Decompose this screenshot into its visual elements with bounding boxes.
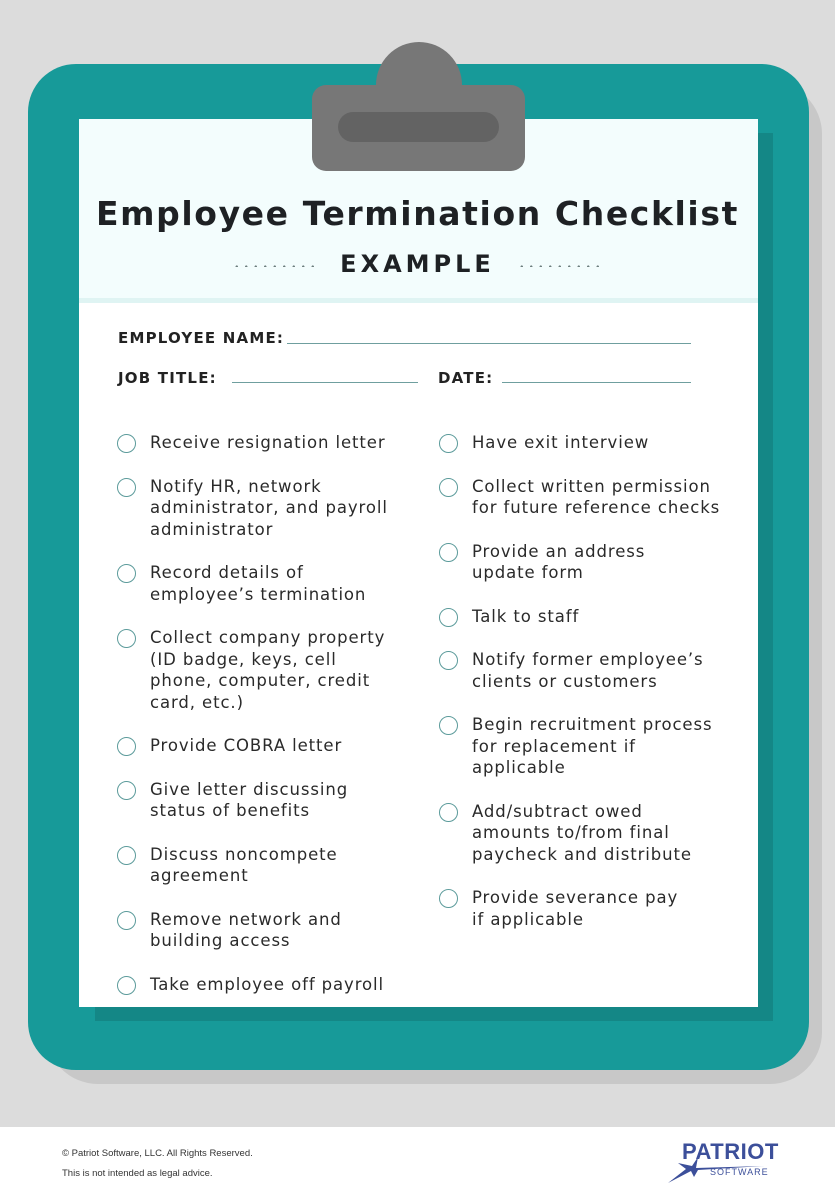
checklist-item: Provide an address update form (439, 541, 739, 584)
checklist-item-text: Notify HR, network administrator, and pa… (150, 476, 388, 539)
dotted-divider-right (516, 265, 603, 267)
checkbox-circle-icon[interactable] (117, 434, 136, 453)
checkbox-circle-icon[interactable] (117, 629, 136, 648)
checkbox-circle-icon[interactable] (439, 716, 458, 735)
checklist-item: Notify former employee’s clients or cust… (439, 649, 739, 692)
checkbox-circle-icon[interactable] (439, 802, 458, 822)
dotted-divider-left (232, 265, 319, 267)
checklist-item: Add/subtract owed amounts to/from final … (439, 801, 739, 866)
clip-slot-icon (338, 112, 499, 142)
checkbox-circle-icon[interactable] (439, 607, 458, 627)
background: Employee Termination Checklist EXAMPLE E… (0, 0, 835, 1127)
copyright-text: © Patriot Software, LLC. All Rights Rese… (62, 1148, 253, 1159)
employee-name-field[interactable] (287, 343, 691, 344)
checklist-item-text: Collect company property (ID badge, keys… (150, 628, 386, 712)
date-field[interactable] (502, 382, 691, 383)
checklist-item: Record details of employee’s termination (117, 562, 417, 605)
checkbox-circle-icon[interactable] (117, 845, 136, 865)
checklist-right-column: Have exit interview Collect written perm… (439, 432, 739, 952)
checklist-item-text: Take employee off payroll (150, 974, 385, 994)
date-label: DATE: (438, 369, 494, 387)
checklist-left-column: Receive resignation letter Notify HR, ne… (117, 432, 417, 1017)
checklist-item: Receive resignation letter (117, 432, 417, 454)
checklist-item-text: Provide an address update form (472, 541, 646, 583)
checklist-item: Give letter discussing status of benefit… (117, 779, 417, 822)
logo-subtext: SOFTWARE (710, 1167, 769, 1177)
disclaimer-text: This is not intended as legal advice. (62, 1168, 213, 1179)
checklist-item: Collect written permission for future re… (439, 476, 739, 519)
checkbox-circle-icon[interactable] (439, 542, 458, 562)
subtitle-row: EXAMPLE (0, 248, 835, 280)
checkbox-circle-icon[interactable] (117, 780, 136, 800)
checklist-item: Collect company property (ID badge, keys… (117, 627, 417, 713)
subtitle: EXAMPLE (340, 250, 495, 278)
checklist-item-text: Discuss noncompete agreement (150, 844, 338, 886)
checklist-item-text: Add/subtract owed amounts to/from final … (472, 801, 692, 864)
checklist-item: Take employee off payroll (117, 974, 417, 996)
checkbox-circle-icon[interactable] (439, 434, 458, 453)
checkbox-circle-icon[interactable] (117, 477, 136, 497)
checklist-item: Begin recruitment process for replacemen… (439, 714, 739, 779)
star-swoosh-icon (668, 1157, 764, 1183)
checklist-item: Notify HR, network administrator, and pa… (117, 476, 417, 541)
checklist-item: Provide severance pay if applicable (439, 887, 739, 930)
checklist-item-text: Begin recruitment process for replacemen… (472, 715, 713, 777)
page-title: Employee Termination Checklist (96, 194, 739, 233)
checklist-item-text: Receive resignation letter (150, 433, 386, 452)
checklist-item-text: Talk to staff (472, 606, 580, 626)
checkbox-circle-icon[interactable] (117, 564, 136, 583)
checklist-item: Talk to staff (439, 606, 739, 628)
checkbox-circle-icon[interactable] (439, 889, 458, 908)
checkbox-circle-icon[interactable] (117, 975, 136, 995)
employee-name-label: EMPLOYEE NAME: (118, 329, 285, 347)
checklist-item-text: Provide severance pay if applicable (472, 888, 679, 929)
checklist-item-text: Notify former employee’s clients or cust… (472, 650, 704, 691)
checkbox-circle-icon[interactable] (117, 910, 136, 930)
checklist-item-text: Provide COBRA letter (150, 736, 343, 755)
job-title-field[interactable] (232, 382, 418, 383)
patriot-software-logo: PATRIOT SOFTWARE (664, 1139, 778, 1187)
checklist-item-text: Remove network and building access (150, 909, 342, 951)
checklist-item-text: Give letter discussing status of benefit… (150, 779, 349, 821)
checkbox-circle-icon[interactable] (439, 477, 458, 497)
checklist-item: Provide COBRA letter (117, 735, 417, 757)
checklist-item: Discuss noncompete agreement (117, 844, 417, 887)
job-title-label: JOB TITLE: (118, 369, 217, 387)
checklist-item: Remove network and building access (117, 909, 417, 952)
checkbox-circle-icon[interactable] (117, 737, 136, 756)
checklist-item-text: Collect written permission for future re… (472, 476, 721, 518)
checklist-item: Have exit interview (439, 432, 739, 454)
checkbox-circle-icon[interactable] (439, 651, 458, 670)
checklist-item-text: Record details of employee’s termination (150, 563, 367, 604)
checklist-item-text: Have exit interview (472, 433, 650, 452)
